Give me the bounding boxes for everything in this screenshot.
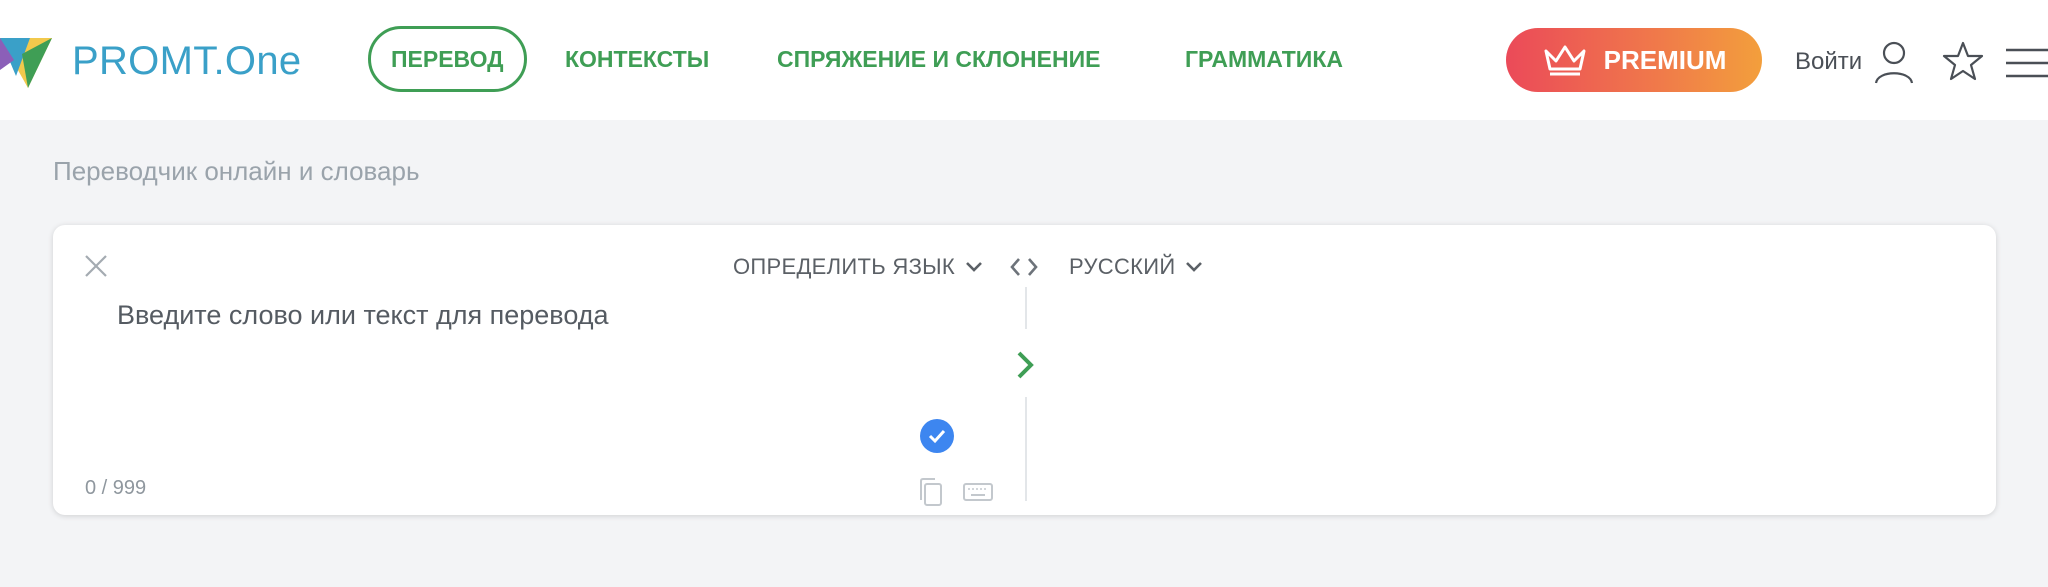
chevron-down-icon: [966, 262, 982, 272]
target-language-select[interactable]: РУССКИЙ: [1069, 247, 1203, 287]
premium-label: PREMIUM: [1603, 44, 1727, 75]
panel-divider: [1025, 287, 1027, 329]
nav-tab-grammar[interactable]: ГРАММАТИКА: [1185, 26, 1343, 92]
nav-tab-conjugation[interactable]: СПРЯЖЕНИЕ И СКЛОНЕНИЕ: [777, 26, 1100, 92]
check-icon[interactable]: [919, 418, 955, 454]
panel-divider: [1025, 397, 1027, 501]
translator-panel: ОПРЕДЕЛИТЬ ЯЗЫК РУССКИЙ 0 / 999: [53, 225, 1996, 515]
char-counter: 0 / 999: [85, 477, 147, 499]
source-text-input[interactable]: [117, 293, 997, 337]
menu-icon[interactable]: [2004, 47, 2048, 79]
star-icon[interactable]: [1942, 40, 1984, 82]
nav-tab-contexts[interactable]: КОНТЕКСТЫ: [565, 26, 709, 92]
top-header: PROMT.One ПЕРЕВОД КОНТЕКСТЫ СПРЯЖЕНИЕ И …: [0, 0, 2048, 120]
copy-icon[interactable]: [917, 477, 943, 507]
keyboard-icon[interactable]: [963, 483, 993, 501]
chevron-down-icon: [1186, 262, 1203, 272]
chevron-right-icon[interactable]: [1011, 347, 1041, 383]
login-button[interactable]: Войти: [1795, 40, 1914, 84]
swap-icon[interactable]: [1009, 255, 1039, 279]
source-language-label: ОПРЕДЕЛИТЬ ЯЗЫК: [733, 254, 956, 279]
source-language-select[interactable]: ОПРЕДЕЛИТЬ ЯЗЫК: [733, 247, 983, 287]
target-language-label: РУССКИЙ: [1069, 254, 1176, 279]
logo-text: PROMT.One: [72, 38, 302, 83]
login-label: Войти: [1795, 48, 1863, 75]
page-subtitle: Переводчик онлайн и словарь: [53, 156, 420, 186]
logo-icon: [0, 38, 52, 88]
crown-icon: [1544, 45, 1586, 76]
nav-tab-translation[interactable]: ПЕРЕВОД: [368, 26, 527, 92]
logo[interactable]: PROMT.One: [0, 26, 301, 96]
close-icon[interactable]: [81, 251, 111, 281]
user-icon: [1875, 41, 1914, 84]
premium-button[interactable]: PREMIUM: [1506, 28, 1762, 92]
